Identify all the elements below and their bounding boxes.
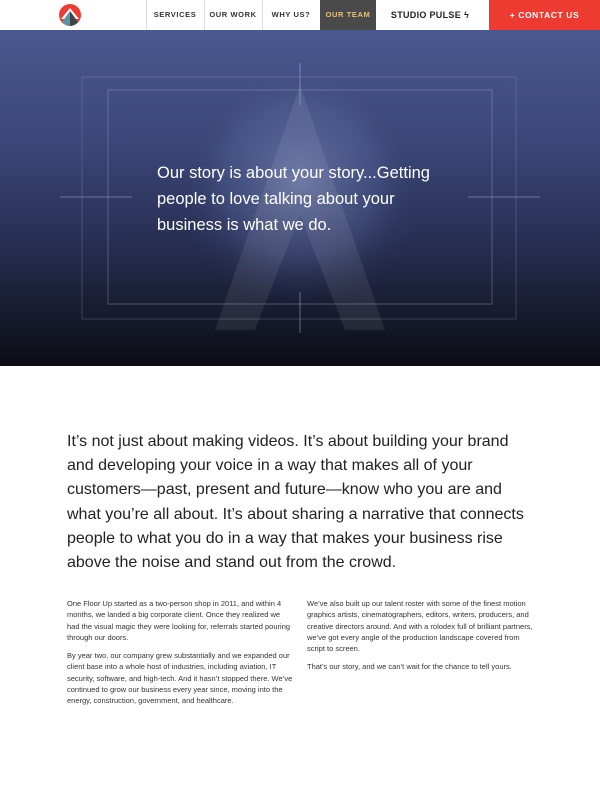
- story-paragraph: By year two, our company grew substantia…: [67, 651, 293, 706]
- studio-pulse-label: STUDIO PULSE: [390, 10, 462, 20]
- nav-our-team[interactable]: OUR TEAM: [320, 0, 376, 36]
- hero-banner: Our story is about your story...Getting …: [0, 30, 600, 366]
- contact-us-button[interactable]: + CONTACT US: [489, 0, 600, 30]
- story-column-left: One Floor Up started as a two-person sho…: [67, 598, 293, 714]
- nav-our-work[interactable]: OUR WORK: [204, 0, 262, 30]
- story-paragraph: That’s our story, and we can’t wait for …: [307, 662, 512, 672]
- story-column-right: We’ve also built up our talent roster wi…: [307, 598, 533, 680]
- nav-studio-pulse[interactable]: STUDIO PULSE ϟ: [390, 0, 470, 30]
- one-floor-up-logo[interactable]: [58, 3, 82, 27]
- nav-services[interactable]: SERVICES: [146, 0, 204, 30]
- story-paragraph: One Floor Up started as a two-person sho…: [67, 599, 291, 642]
- lightning-bolt-icon: ϟ: [464, 10, 470, 20]
- nav-our-team-label: OUR TEAM: [325, 10, 371, 19]
- story-paragraph: We’ve also built up our talent roster wi…: [307, 599, 533, 654]
- intro-paragraph: It’s not just about making videos. It’s …: [67, 433, 524, 572]
- hero-headline: Our story is about your story...Getting …: [157, 164, 430, 234]
- top-navigation: SERVICES OUR WORK WHY US? OUR TEAM STUDI…: [0, 0, 600, 36]
- nav-why-us[interactable]: WHY US?: [262, 0, 320, 30]
